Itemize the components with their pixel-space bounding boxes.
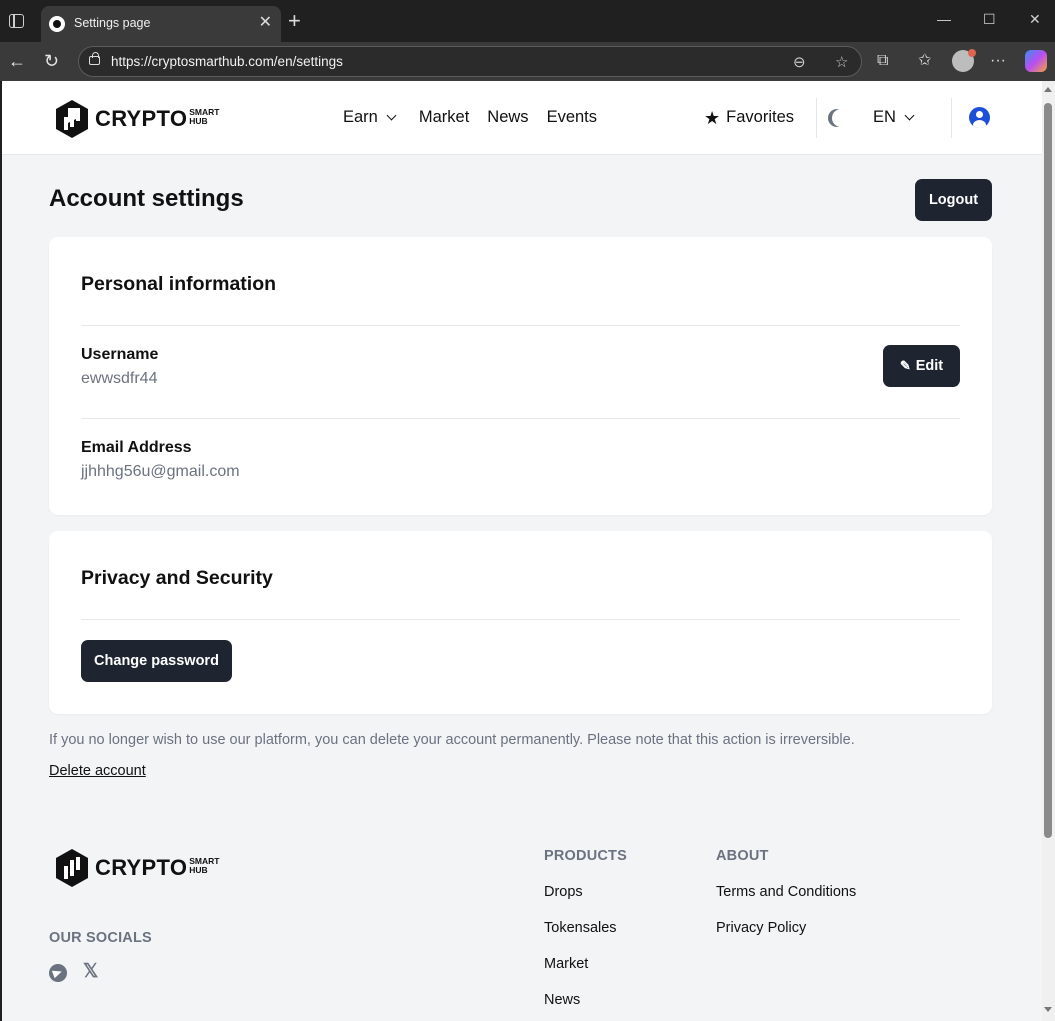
- url-text[interactable]: https://cryptosmarthub.com/en/settings: [111, 54, 343, 69]
- edit-label: Edit: [915, 358, 944, 374]
- privacy-security-title: Privacy and Security: [81, 567, 273, 589]
- favorites-bar-icon[interactable]: ✩: [918, 51, 931, 71]
- chevron-down-icon: [386, 110, 397, 121]
- address-bar[interactable]: https://cryptosmarthub.com/en/settings ⊖…: [78, 46, 862, 77]
- nav-market[interactable]: Market: [419, 108, 469, 127]
- personal-information-title: Personal information: [81, 273, 277, 295]
- logo-mark-icon: [55, 848, 89, 888]
- moon-icon[interactable]: [832, 109, 850, 127]
- logo-wordmark: CRYPTO: [95, 855, 188, 880]
- browser-tab-settings[interactable]: Settings page ✕: [41, 6, 281, 42]
- browser-toolbar: ← ↻ https://cryptosmarthub.com/en/settin…: [0, 42, 1055, 81]
- site-header: CRYPTO SMART HUB Earn Market News Events…: [2, 81, 1042, 155]
- footer-link-tokensales[interactable]: Tokensales: [544, 920, 617, 936]
- maximize-icon[interactable]: ☐: [983, 11, 996, 28]
- window-close-icon[interactable]: ✕: [1029, 11, 1041, 28]
- logo-mark-icon: [55, 99, 89, 139]
- username-value: ewwsdfr44: [81, 370, 158, 387]
- socials-heading: OUR SOCIALS: [49, 930, 152, 946]
- lock-icon[interactable]: [89, 52, 100, 65]
- scroll-up-icon[interactable]: [1044, 87, 1052, 92]
- nav-news-label: News: [487, 108, 529, 126]
- profile-avatar-icon[interactable]: [952, 49, 976, 72]
- footer-link-news[interactable]: News: [544, 992, 580, 1008]
- nav-news[interactable]: News: [487, 108, 528, 127]
- logo-sub: SMART HUB: [189, 108, 219, 126]
- edit-pencil-icon: ✎: [899, 358, 911, 373]
- tab-title: Settings page: [74, 16, 151, 30]
- nav-earn-label: Earn: [343, 108, 378, 126]
- language-label: EN: [873, 108, 896, 126]
- more-icon[interactable]: ···: [990, 51, 1006, 71]
- site-logo[interactable]: CRYPTO SMART HUB: [55, 99, 220, 139]
- tab-actions-icon[interactable]: [9, 14, 24, 28]
- footer-link-market[interactable]: Market: [544, 956, 588, 972]
- x-twitter-icon[interactable]: 𝕏: [83, 961, 98, 983]
- email-value: jjhhhg56u@gmail.com: [81, 463, 240, 480]
- page-scrollbar[interactable]: [1042, 81, 1055, 1021]
- card-divider: [81, 325, 960, 326]
- change-password-button[interactable]: Change password: [81, 640, 232, 682]
- favorites-link[interactable]: ★ Favorites: [704, 108, 794, 127]
- scroll-down-icon[interactable]: [1044, 1007, 1052, 1012]
- browser-tab-bar: Settings page ✕ + — ☐ ✕: [0, 0, 1055, 42]
- favorite-star-icon[interactable]: ☆: [835, 53, 848, 71]
- language-selector[interactable]: EN: [873, 108, 915, 127]
- privacy-security-card: Privacy and Security Change password: [49, 531, 992, 714]
- nav-market-label: Market: [418, 108, 470, 126]
- personal-information-card: Personal information Username ewwsdfr44 …: [49, 237, 992, 515]
- back-icon[interactable]: ←: [8, 50, 26, 72]
- scrollbar-thumb[interactable]: [1044, 103, 1052, 838]
- edit-username-button[interactable]: ✎ Edit: [883, 345, 960, 387]
- nav-events-label: Events: [546, 108, 598, 126]
- logo-sub-hub: HUB: [189, 116, 208, 126]
- username-label: Username: [81, 346, 159, 363]
- header-divider: [816, 98, 817, 138]
- minimize-icon[interactable]: —: [937, 11, 951, 27]
- refresh-icon[interactable]: ↻: [44, 50, 59, 72]
- footer-logo[interactable]: CRYPTO SMART HUB: [55, 848, 220, 888]
- chevron-down-icon: [904, 110, 915, 121]
- telegram-icon[interactable]: [49, 964, 67, 982]
- footer-link-privacy[interactable]: Privacy Policy: [716, 920, 806, 936]
- favorites-label: Favorites: [726, 108, 794, 126]
- about-heading: ABOUT: [716, 848, 769, 864]
- card-divider: [81, 418, 960, 419]
- footer-link-drops[interactable]: Drops: [544, 884, 583, 900]
- extensions-icon[interactable]: ⧉: [877, 51, 888, 71]
- delete-account-link[interactable]: Delete account: [49, 763, 146, 779]
- main-nav: Earn Market News Events: [343, 108, 615, 127]
- site-favicon-icon: [49, 16, 65, 32]
- reader-mode-icon[interactable]: ⊖: [793, 53, 806, 71]
- card-divider: [81, 619, 960, 620]
- products-heading: PRODUCTS: [544, 848, 627, 864]
- page-viewport: CRYPTO SMART HUB Earn Market News Events…: [2, 81, 1042, 1021]
- delete-account-note: If you no longer wish to use our platfor…: [49, 732, 855, 748]
- nav-earn[interactable]: Earn: [343, 108, 397, 127]
- header-divider: [951, 98, 952, 138]
- star-icon: ★: [704, 107, 721, 128]
- user-account-icon[interactable]: [969, 107, 990, 128]
- copilot-icon[interactable]: [1025, 50, 1047, 72]
- footer-link-terms[interactable]: Terms and Conditions: [716, 884, 856, 900]
- logo-wordmark: CRYPTO: [95, 106, 188, 131]
- tab-close-icon[interactable]: ✕: [259, 13, 272, 33]
- nav-events[interactable]: Events: [547, 108, 597, 127]
- page-title: Account settings: [49, 185, 244, 212]
- email-label: Email Address: [81, 439, 192, 456]
- new-tab-icon[interactable]: +: [288, 9, 301, 33]
- logout-button[interactable]: Logout: [915, 179, 992, 221]
- logo-sub-hub: HUB: [189, 865, 208, 875]
- logo-sub: SMART HUB: [189, 857, 219, 875]
